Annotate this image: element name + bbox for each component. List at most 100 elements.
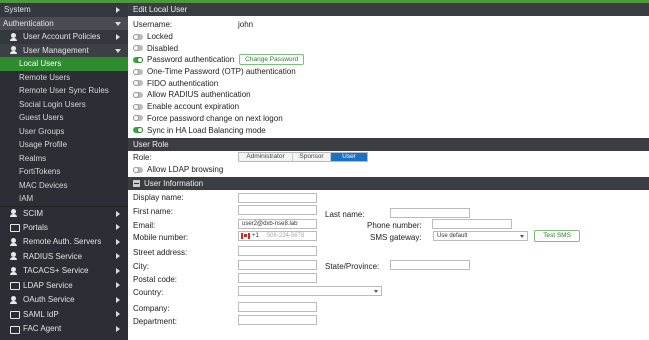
force-change-toggle[interactable] (133, 115, 143, 122)
fido-toggle[interactable] (133, 80, 143, 87)
department-label: Department: (133, 316, 178, 326)
agent-icon (10, 325, 20, 334)
phone-label: Phone number: (367, 220, 422, 230)
sidebar-item-guest-users[interactable]: Guest Users (0, 111, 128, 125)
user-info-header: User Information (128, 176, 649, 190)
users-icon (10, 46, 19, 55)
sidebar-item-remote-auth-servers[interactable]: Remote Auth. Servers (0, 235, 128, 250)
sidebar-item-label: Authentication (3, 18, 54, 28)
ldap-icon (10, 281, 20, 291)
sidebar-item-mac-devices[interactable]: MAC Devices (0, 179, 128, 193)
last-name-label: Last name: (325, 209, 365, 219)
saml-icon (10, 310, 20, 320)
street-label: Street address: (133, 247, 188, 257)
company-input[interactable] (238, 301, 317, 312)
chevron-right-icon (116, 267, 120, 274)
test-sms-button[interactable]: Test SMS (534, 229, 580, 242)
user-role-header: User Role (128, 137, 649, 151)
mobile-placeholder: 506-234-5678 (266, 232, 305, 239)
username-label: Username: (133, 20, 173, 30)
mobile-label: Mobile number: (133, 232, 189, 242)
first-name-label: First name: (133, 206, 174, 216)
expiration-toggle[interactable] (133, 103, 143, 110)
role-option-sponsor[interactable]: Sponsor (293, 152, 331, 161)
role-option-administrator[interactable]: Administrator (239, 152, 293, 161)
sidebar-item-fac-agent[interactable]: FAC Agent (0, 322, 128, 337)
password-auth-toggle[interactable] (133, 56, 143, 63)
chevron-right-icon (116, 34, 120, 40)
sidebar-item-user-groups[interactable]: User Groups (0, 125, 128, 139)
city-input[interactable] (238, 259, 317, 270)
chevron-right-icon (116, 311, 120, 317)
email-label: Email: (133, 220, 156, 230)
sidebar-item-remote-users[interactable]: Remote Users (0, 71, 128, 85)
sidebar-item-local-users[interactable]: Local Users (0, 57, 128, 71)
ldap-toggle[interactable] (133, 166, 143, 173)
scim-icon (10, 209, 19, 218)
chevron-down-icon (115, 48, 121, 53)
sidebar-item-system[interactable]: System (0, 3, 128, 17)
sidebar-item-label: User Account Policies (23, 32, 101, 42)
otp-toggle[interactable] (133, 68, 143, 75)
sidebar-item-iam[interactable]: IAM (0, 192, 128, 206)
radius-icon (10, 252, 19, 261)
sidebar: System Authentication User Account Polic… (0, 0, 128, 340)
chevron-down-icon (115, 21, 121, 26)
sidebar-item-radius-service[interactable]: RADIUS Service (0, 249, 128, 264)
sidebar-item-scim[interactable]: SCIM (0, 205, 128, 221)
locked-toggle[interactable] (133, 33, 143, 40)
locked-row: Locked (128, 31, 649, 43)
radius-toggle[interactable] (133, 91, 143, 98)
radius-row: Allow RADIUS authentication (128, 89, 649, 101)
sidebar-item-authentication[interactable]: Authentication (0, 16, 128, 30)
password-auth-row: Password authentication Change Password (128, 54, 649, 66)
chevron-right-icon (116, 253, 120, 259)
force-change-row: Force password change on next logon (128, 113, 649, 125)
ldap-row: Allow LDAP browsing (128, 164, 649, 176)
role-option-user[interactable]: User (331, 152, 367, 161)
sidebar-item-fortitokens[interactable]: FortiTokens (0, 165, 128, 179)
sidebar-item-remote-user-sync-rules[interactable]: Remote User Sync Rules (0, 84, 128, 98)
sidebar-item-label: System (4, 5, 31, 15)
role-row: Role: Administrator Sponsor User (128, 151, 649, 164)
sidebar-item-saml-idp[interactable]: SAML IdP (0, 307, 128, 322)
oauth-icon (10, 295, 19, 304)
postal-code-input[interactable] (238, 272, 317, 283)
sidebar-item-portals[interactable]: Portals (0, 220, 128, 235)
otp-row: One-Time Password (OTP) authentication (128, 66, 649, 78)
first-name-input[interactable] (238, 204, 317, 215)
country-select[interactable] (238, 285, 382, 296)
sms-gateway-label: SMS gateway: (370, 232, 422, 242)
email-input[interactable]: user2@dxb-nse8.lab (238, 218, 317, 229)
display-name-input[interactable] (238, 192, 317, 203)
chevron-down-icon (374, 289, 378, 293)
portal-icon (10, 223, 20, 233)
state-input[interactable] (390, 259, 470, 270)
company-label: Company: (133, 303, 170, 313)
sidebar-item-realms[interactable]: Realms (0, 152, 128, 166)
postal-code-label: Postal code: (133, 274, 178, 284)
sidebar-item-ldap-service[interactable]: LDAP Service (0, 278, 128, 293)
sidebar-item-user-account-policies[interactable]: User Account Policies (0, 30, 128, 44)
sidebar-item-social-login-users[interactable]: Social Login Users (0, 98, 128, 112)
canada-flag-icon (241, 232, 250, 239)
street-input[interactable] (238, 245, 317, 256)
phone-input[interactable] (432, 218, 512, 229)
sync-ha-toggle[interactable] (133, 127, 143, 134)
disabled-toggle[interactable] (133, 45, 143, 52)
mobile-input[interactable]: +1 506-234-5678 (238, 230, 317, 241)
department-input[interactable] (238, 314, 317, 325)
sidebar-item-oauth-service[interactable]: OAuth Service (0, 293, 128, 308)
fido-row: FIDO authentication (128, 77, 649, 89)
sms-gateway-select[interactable]: Use default (433, 230, 528, 241)
sidebar-item-label: User Management (23, 45, 89, 55)
last-name-input[interactable] (390, 207, 470, 218)
chevron-right-icon (116, 325, 120, 332)
sidebar-item-usage-profile[interactable]: Usage Profile (0, 138, 128, 152)
chevron-right-icon (116, 7, 120, 13)
chevron-down-icon (520, 234, 524, 238)
change-password-button[interactable]: Change Password (239, 54, 305, 66)
sidebar-item-tacacs-service[interactable]: TACACS+ Service (0, 264, 128, 279)
sidebar-item-user-management[interactable]: User Management (0, 43, 128, 57)
collapse-icon[interactable] (133, 179, 140, 187)
